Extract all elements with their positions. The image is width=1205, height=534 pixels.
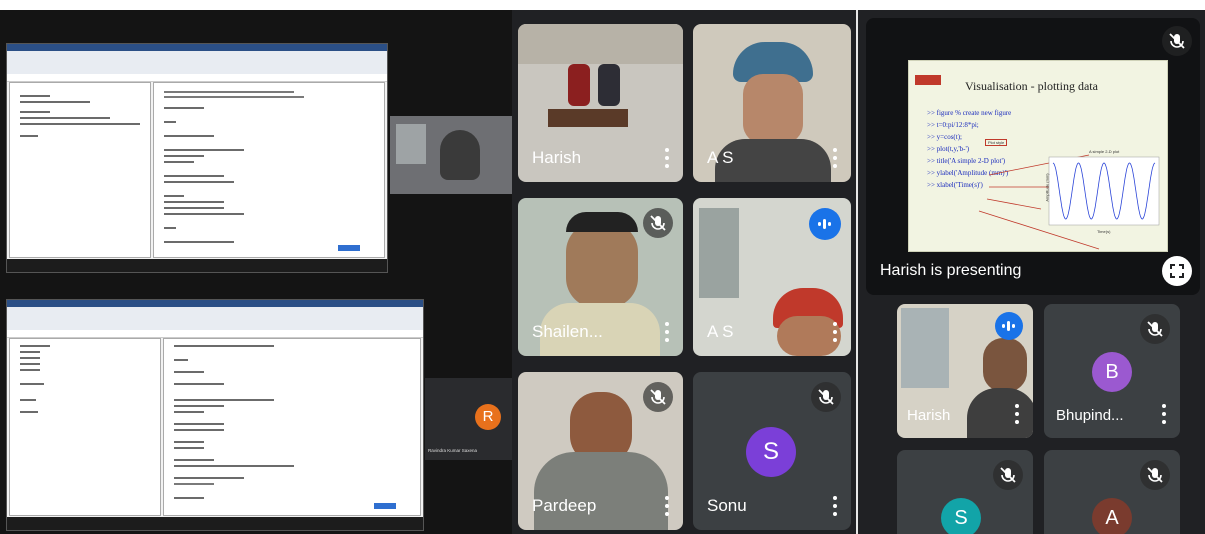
side-tile-s[interactable]: S — [897, 450, 1033, 534]
editor-window — [153, 82, 385, 258]
mic-muted-icon — [993, 460, 1023, 490]
editor-window-bottom — [163, 338, 421, 516]
participant-name: Pardeep — [532, 496, 597, 515]
more-options-icon[interactable] — [665, 496, 669, 516]
tile-a-s-1[interactable]: A S — [693, 24, 851, 182]
mic-muted-icon — [811, 382, 841, 412]
avatar: S — [941, 498, 981, 534]
plot-xlabel: Time(s) — [1097, 229, 1111, 234]
fullscreen-icon[interactable] — [1162, 256, 1192, 286]
tile-a-s-2[interactable]: A S — [693, 198, 851, 356]
side-tile-harish[interactable]: Harish — [897, 304, 1033, 438]
more-options-icon[interactable] — [833, 322, 837, 342]
participant-name: Harish — [907, 407, 951, 424]
shared-desktop-collage: R Ravindra Kumar Saxena — [0, 10, 512, 534]
avatar: S — [746, 427, 796, 477]
participant-tile-collage: R Ravindra Kumar Saxena — [425, 378, 512, 460]
shared-slide: Visualisation - plotting data >> figure … — [908, 60, 1168, 252]
participant-grid: Harish A S Shailen... A S Pardeep S Sonu — [512, 10, 856, 534]
participant-caption: Ravindra Kumar Saxena — [428, 448, 478, 453]
mic-muted-icon — [1162, 26, 1192, 56]
avatar: A — [1092, 498, 1132, 534]
speaking-indicator-icon — [809, 208, 841, 240]
mic-muted-icon — [1140, 460, 1170, 490]
tile-pardeep[interactable]: Pardeep — [518, 372, 683, 530]
command-window — [9, 82, 151, 258]
participant-name: A S — [707, 322, 734, 341]
tile-harish[interactable]: Harish — [518, 24, 683, 182]
participant-name: Shailen... — [532, 322, 603, 341]
side-tile-bhupind[interactable]: B Bhupind... — [1044, 304, 1180, 438]
tile-sonu[interactable]: S Sonu — [693, 372, 851, 530]
side-tile-a[interactable]: A — [1044, 450, 1180, 534]
participant-camera-collage — [390, 116, 512, 194]
participant-name: Bhupind... — [1056, 407, 1124, 424]
matlab-window-top — [6, 43, 388, 273]
more-options-icon[interactable] — [665, 322, 669, 342]
plot-title: A simple 2-D plot — [1089, 149, 1120, 154]
avatar: B — [1092, 352, 1132, 392]
participant-name: Sonu — [707, 496, 747, 515]
more-options-icon[interactable] — [1162, 404, 1166, 424]
tile-shailen[interactable]: Shailen... — [518, 198, 683, 356]
more-options-icon[interactable] — [1015, 404, 1019, 424]
more-options-icon[interactable] — [665, 148, 669, 168]
command-window-bottom — [9, 338, 161, 516]
presenting-label: Harish is presenting — [880, 262, 1022, 279]
avatar: R — [475, 404, 501, 430]
matlab-window-bottom — [6, 299, 424, 531]
more-options-icon[interactable] — [833, 148, 837, 168]
mic-muted-icon — [643, 208, 673, 238]
participant-name: Harish — [532, 148, 582, 167]
slide-plot — [978, 154, 1160, 250]
speaking-indicator-icon — [995, 312, 1023, 340]
more-options-icon[interactable] — [833, 496, 837, 516]
participant-name: A S — [707, 148, 734, 167]
plot-ylabel: Amplitude (mm) — [1044, 173, 1050, 202]
mic-muted-icon — [1140, 314, 1170, 344]
mic-muted-icon — [643, 382, 673, 412]
